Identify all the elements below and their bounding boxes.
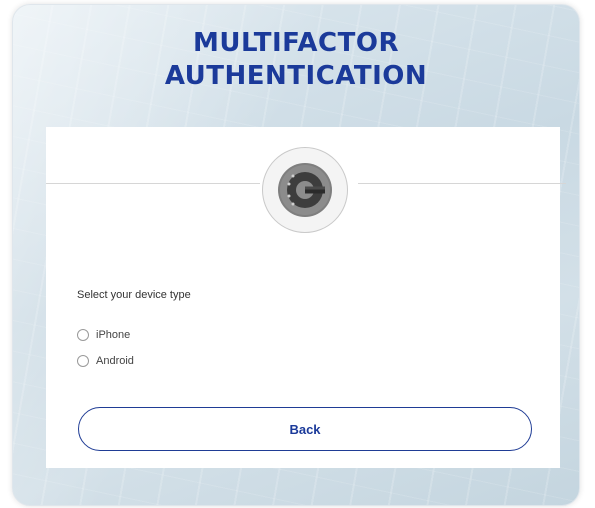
option-android[interactable]: Android [77,353,134,369]
divider-right [358,183,566,184]
radio-android[interactable] [77,355,89,367]
option-android-label: Android [96,355,134,367]
device-selection-card: Select your device type iPhone Android B… [46,127,566,468]
page-title: MULTIFACTOR AUTHENTICATION [13,27,579,93]
divider-left [46,183,260,184]
device-type-label: Select your device type [77,289,191,301]
mfa-panel: MULTIFACTOR AUTHENTICATION Select your d… [12,4,580,506]
page-title-line-2: AUTHENTICATION [164,61,428,91]
option-iphone[interactable]: iPhone [77,327,130,343]
page-title-line-1: MULTIFACTOR [193,28,399,58]
google-authenticator-icon [278,163,332,217]
radio-iphone[interactable] [77,329,89,341]
option-iphone-label: iPhone [96,329,131,341]
back-button[interactable]: Back [78,407,532,451]
authenticator-logo [262,147,348,233]
